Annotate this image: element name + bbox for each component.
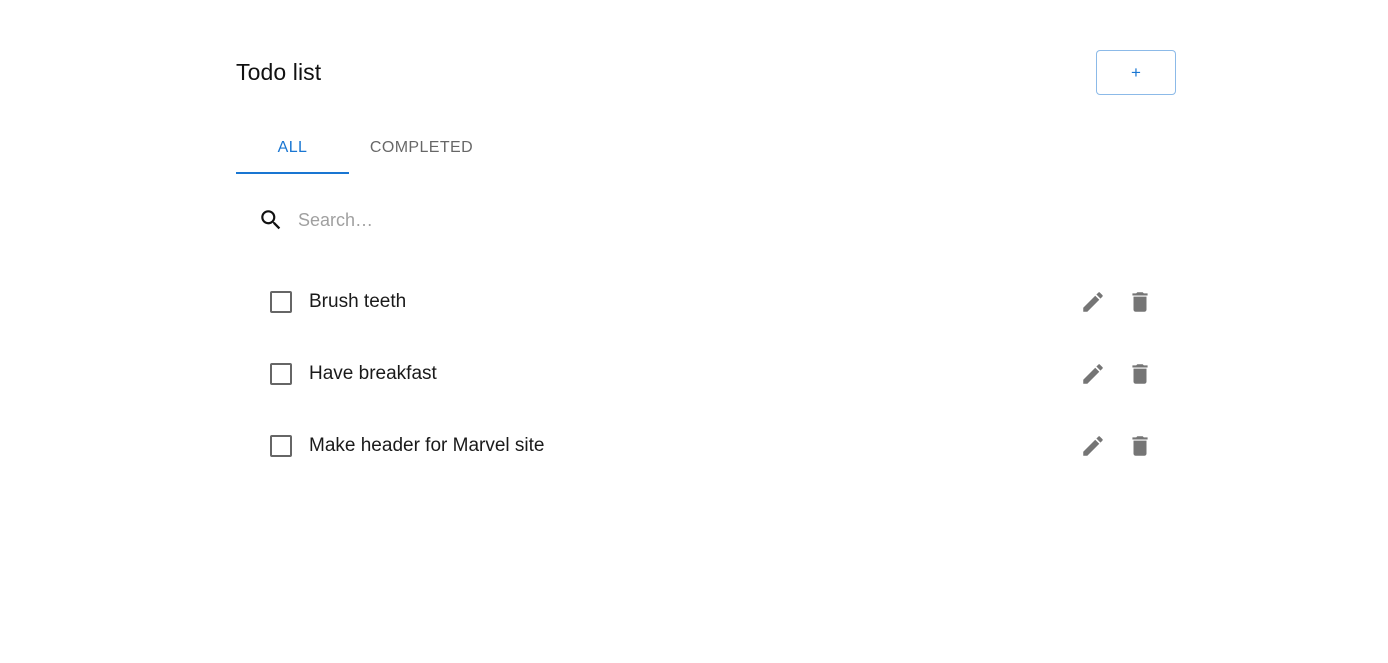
search-icon: [258, 207, 284, 233]
pencil-icon[interactable]: [1075, 428, 1111, 464]
search-input[interactable]: [296, 208, 900, 232]
header: Todo list +: [236, 50, 1176, 95]
todo-text: Have breakfast: [309, 363, 437, 384]
tab-bar: ALL COMPLETED: [236, 122, 1176, 174]
todo-checkbox[interactable]: [270, 435, 292, 457]
tab-completed[interactable]: COMPLETED: [349, 122, 494, 174]
search-bar: [258, 196, 1176, 244]
todo-checkbox[interactable]: [270, 363, 292, 385]
tab-all[interactable]: ALL: [236, 122, 349, 174]
todo-app: Todo list + ALL COMPLETED Brush teeth: [236, 50, 1176, 482]
trash-icon[interactable]: [1122, 428, 1158, 464]
pencil-icon[interactable]: [1075, 356, 1111, 392]
todo-item: Make header for Marvel site: [236, 410, 1176, 482]
trash-icon[interactable]: [1122, 356, 1158, 392]
active-tab-indicator: [236, 172, 349, 174]
todo-list: Brush teeth Have breakfast Make header f…: [236, 266, 1176, 482]
todo-checkbox[interactable]: [270, 291, 292, 313]
todo-item: Brush teeth: [236, 266, 1176, 338]
todo-actions: [1064, 356, 1158, 392]
todo-item: Have breakfast: [236, 338, 1176, 410]
trash-icon[interactable]: [1122, 284, 1158, 320]
todo-text: Brush teeth: [309, 291, 407, 312]
add-todo-button[interactable]: +: [1096, 50, 1176, 95]
pencil-icon[interactable]: [1075, 284, 1111, 320]
todo-actions: [1064, 428, 1158, 464]
todo-text: Make header for Marvel site: [309, 435, 545, 456]
page-title: Todo list: [236, 59, 322, 85]
todo-actions: [1064, 284, 1158, 320]
